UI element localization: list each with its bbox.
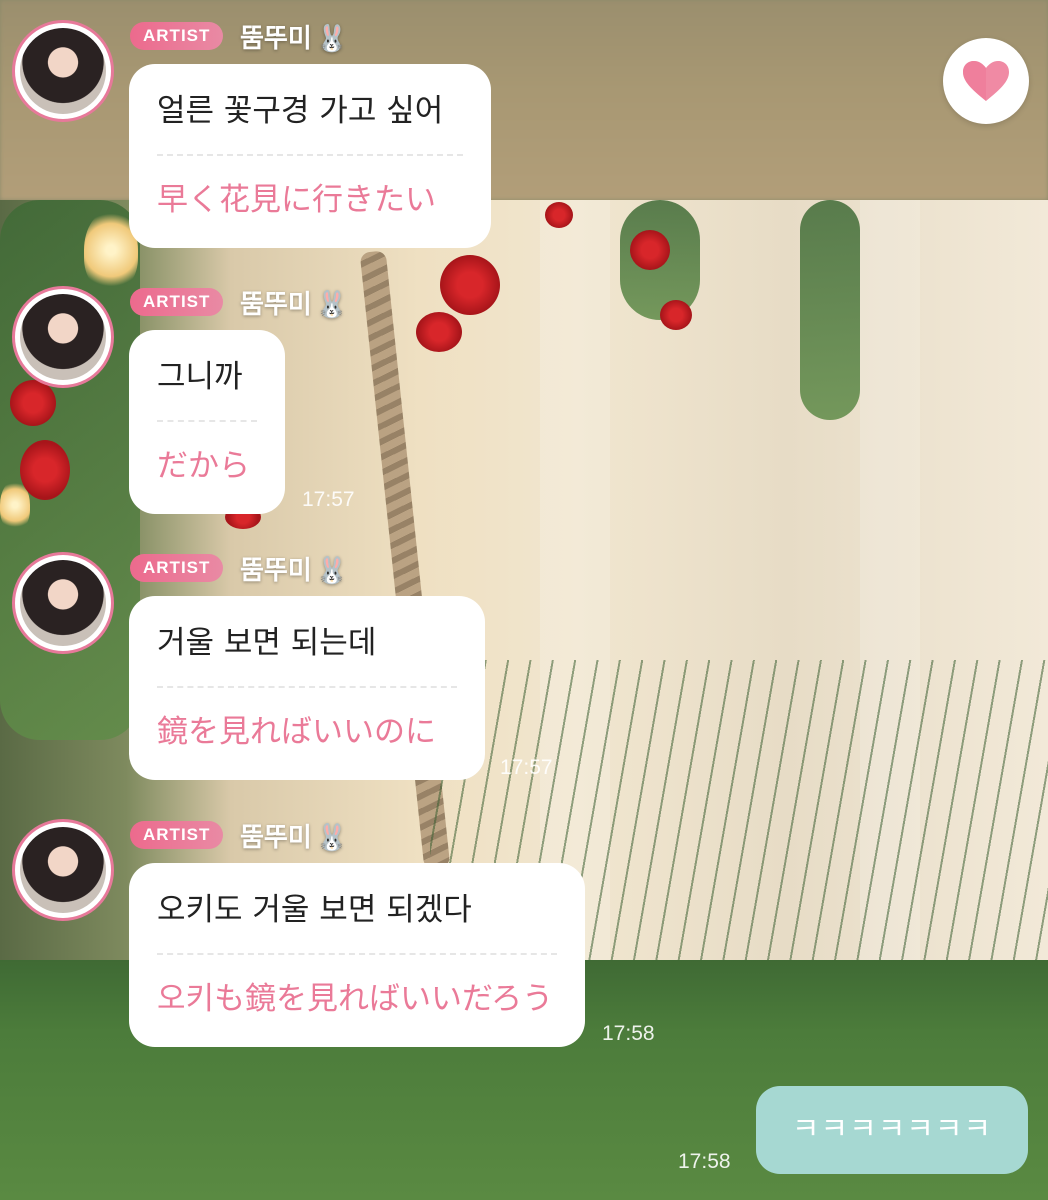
message-text-korean: 거울 보면 되는데 bbox=[157, 596, 457, 688]
artist-badge: ARTIST bbox=[130, 288, 224, 316]
artist-avatar[interactable] bbox=[12, 552, 114, 654]
message-translation-japanese: だから bbox=[157, 448, 250, 484]
sender-name: 뚬뚜미 🐰 bbox=[240, 24, 349, 54]
message-timestamp: 17:57 bbox=[500, 756, 553, 779]
sender-name: 뚬뚜미 🐰 bbox=[240, 290, 349, 320]
artist-avatar[interactable] bbox=[12, 819, 114, 921]
rabbit-icon: 🐰 bbox=[315, 290, 349, 320]
my-message-bubble[interactable]: ㅋㅋㅋㅋㅋㅋㅋ bbox=[756, 1086, 1028, 1174]
message-translation-japanese: 鏡を見ればいいのに bbox=[157, 714, 436, 750]
artist-badge: ARTIST bbox=[130, 22, 224, 50]
sender-name: 뚬뚜미 🐰 bbox=[240, 823, 349, 853]
red-flower bbox=[440, 255, 500, 315]
my-message-timestamp: 17:58 bbox=[678, 1150, 731, 1173]
hanging-vine bbox=[800, 200, 860, 420]
heart-icon bbox=[963, 61, 1009, 101]
message-bubble[interactable]: 그니까 だから bbox=[129, 330, 285, 514]
sender-name: 뚬뚜미 🐰 bbox=[240, 556, 349, 586]
message-timestamp: 17:57 bbox=[302, 488, 355, 511]
red-flower bbox=[416, 312, 462, 352]
artist-badge: ARTIST bbox=[130, 821, 224, 849]
message-bubble[interactable]: 오키도 거울 보면 되겠다 오키も鏡を見ればいいだろう bbox=[129, 863, 585, 1047]
message-timestamp: 17:58 bbox=[602, 1022, 655, 1045]
red-flower bbox=[660, 300, 692, 330]
message-text-korean: 얼른 꽃구경 가고 싶어 bbox=[157, 64, 463, 156]
artist-avatar[interactable] bbox=[12, 286, 114, 388]
message-translation-japanese: 早く花見に行きたい bbox=[157, 182, 436, 218]
red-flower bbox=[545, 202, 573, 228]
rabbit-icon: 🐰 bbox=[315, 556, 349, 586]
artist-badge: ARTIST bbox=[130, 554, 224, 582]
message-translation-japanese: 오키も鏡を見ればいいだろう bbox=[157, 981, 554, 1017]
red-flower bbox=[630, 230, 670, 270]
red-flower bbox=[20, 440, 70, 500]
red-flower bbox=[10, 380, 56, 426]
message-bubble[interactable]: 얼른 꽃구경 가고 싶어 早く花見に行きたい bbox=[129, 64, 491, 248]
rabbit-icon: 🐰 bbox=[315, 24, 349, 54]
heart-button[interactable] bbox=[943, 38, 1029, 124]
message-bubble[interactable]: 거울 보면 되는데 鏡を見ればいいのに bbox=[129, 596, 485, 780]
message-text-korean: 그니까 bbox=[157, 330, 257, 422]
rabbit-icon: 🐰 bbox=[315, 823, 349, 853]
message-text-korean: 오키도 거울 보면 되겠다 bbox=[157, 863, 557, 955]
artist-avatar[interactable] bbox=[12, 20, 114, 122]
